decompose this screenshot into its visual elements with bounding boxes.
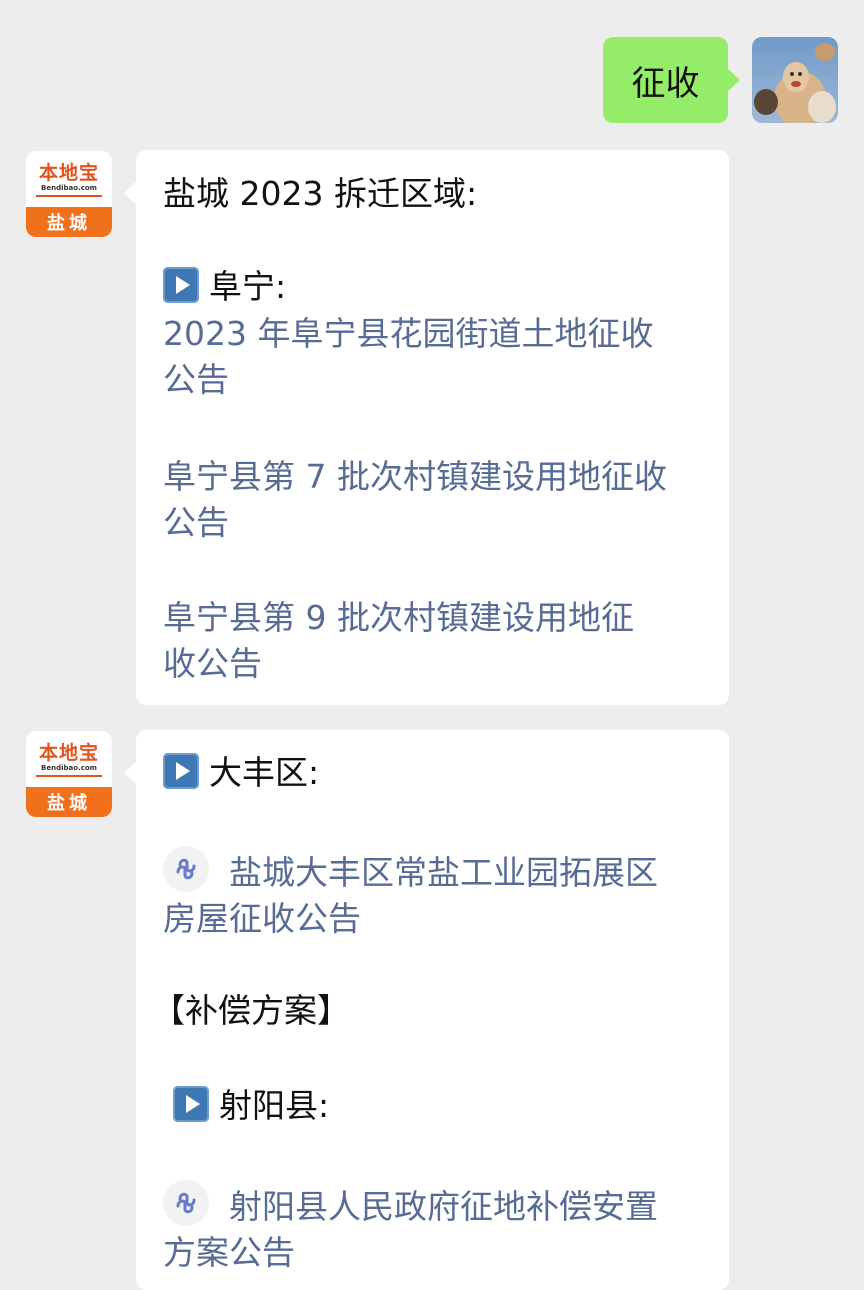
mini-program-link-sheyang[interactable]: 射阳县人民政府征地补偿安置 方案公告 (163, 1180, 658, 1276)
link-line: 方案公告 (163, 1233, 295, 1272)
bendibao-logo: 本地宝 Bendibao.com (26, 731, 112, 787)
mini-program-link-dafeng[interactable]: 盐城大丰区常盐工业园拓展区 房屋征收公告 (163, 846, 658, 942)
bendibao-logo: 本地宝 Bendibao.com (26, 151, 112, 207)
link-line: 公告 (163, 360, 229, 399)
bot-avatar[interactable]: 本地宝 Bendibao.com 盐城 (26, 731, 112, 817)
link-line: 2023 年阜宁县花园街道土地征收 (163, 314, 654, 353)
section-funing: 阜宁: (163, 264, 286, 310)
logo-bar (36, 774, 102, 777)
logo-text: 本地宝 (38, 161, 99, 184)
logo-text: 本地宝 (38, 741, 99, 764)
section-label: 大丰区: (209, 753, 320, 792)
link-line: 阜宁县第 7 批次村镇建设用地征收 (163, 457, 667, 496)
link-funing-3[interactable]: 阜宁县第 9 批次村镇建设用地征 收公告 (163, 595, 634, 687)
compensation-heading: 【补偿方案】 (152, 991, 350, 1030)
bot-avatar[interactable]: 本地宝 Bendibao.com 盐城 (26, 151, 112, 237)
section-dafeng: 大丰区: (163, 750, 319, 796)
logo-subtext: Bendibao.com (41, 183, 97, 192)
user-message-bubble[interactable]: 征收 (603, 37, 740, 123)
link-line: 盐城大丰区常盐工业园拓展区 (229, 853, 658, 892)
logo-bar (36, 194, 102, 197)
link-line: 收公告 (163, 644, 262, 683)
message-title: 盐城 2023 拆迁区域: (163, 174, 478, 213)
link-line: 阜宁县第 9 批次村镇建设用地征 (163, 598, 634, 637)
user-photo-icon (752, 37, 838, 123)
bot-message-bubble-1: 盐城 2023 拆迁区域: 阜宁: 2023 年阜宁县花园街道土地征收 公告 阜… (124, 150, 729, 705)
play-icon (163, 267, 199, 303)
play-icon (163, 753, 199, 789)
logo-city: 盐城 (26, 207, 112, 237)
bot-message-bubble-2: 大丰区: 盐城大丰区常盐工业园拓展区 房屋征收公告 【补偿方案】 射阳县: 射阳… (124, 730, 729, 1290)
link-line: 公告 (163, 503, 229, 542)
link-line: 房屋征收公告 (163, 899, 361, 938)
link-funing-2[interactable]: 阜宁县第 7 批次村镇建设用地征收 公告 (163, 454, 667, 546)
mini-program-icon (163, 846, 209, 892)
section-label: 阜宁: (209, 267, 287, 306)
link-line: 射阳县人民政府征地补偿安置 (229, 1187, 658, 1226)
link-funing-1[interactable]: 2023 年阜宁县花园街道土地征收 公告 (163, 311, 653, 403)
user-message-text: 征收 (631, 63, 700, 104)
user-avatar[interactable] (752, 37, 838, 123)
mini-program-icon (163, 1180, 209, 1226)
section-sheyang: 射阳县: (173, 1083, 329, 1129)
logo-subtext: Bendibao.com (41, 763, 97, 772)
section-label: 射阳县: (219, 1086, 330, 1125)
logo-city: 盐城 (26, 787, 112, 817)
play-icon (173, 1086, 209, 1122)
